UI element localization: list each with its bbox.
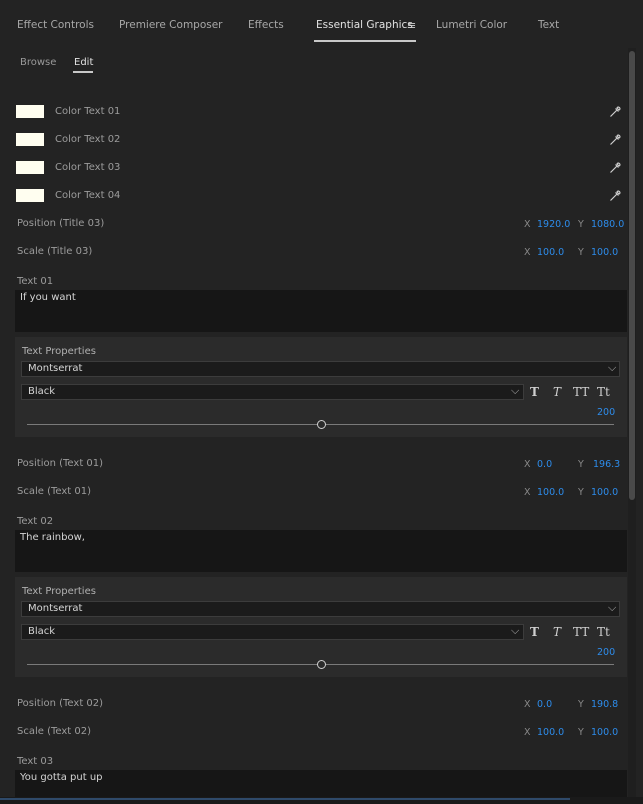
scale-title03-x[interactable]: 100.0 — [537, 247, 564, 258]
text02-value: The rainbow, — [20, 532, 85, 543]
eyedropper-icon[interactable] — [609, 160, 623, 174]
text01-label: Text 01 — [17, 276, 54, 287]
scale-text02-label: Scale (Text 02) — [17, 726, 92, 737]
x-axis-label: X — [524, 247, 531, 258]
small-caps-button[interactable]: Tt — [597, 385, 610, 399]
color-swatch[interactable] — [16, 161, 44, 174]
position-text01-label: Position (Text 01) — [17, 458, 104, 469]
font-style-value: Black — [28, 386, 56, 397]
text01-input[interactable]: If you want — [15, 290, 627, 332]
all-caps-button[interactable]: TT — [573, 625, 589, 639]
y-axis-label: Y — [578, 699, 584, 710]
panel-tab-bar: Effect Controls Premiere Composer Effect… — [0, 0, 643, 46]
text-properties-title: Text Properties — [22, 346, 96, 357]
font-family-select[interactable]: Montserrat ⌵ — [21, 361, 620, 377]
text-properties-title: Text Properties — [22, 586, 96, 597]
chevron-down-icon: ⌵ — [608, 601, 617, 614]
font-size-slider-handle[interactable] — [317, 660, 326, 669]
tab-effect-controls[interactable]: Effect Controls — [17, 19, 94, 31]
text03-label: Text 03 — [17, 756, 54, 767]
x-axis-label: X — [524, 727, 531, 738]
tab-essential-graphics[interactable]: Essential Graphics — [316, 19, 413, 31]
text03-value: You gotta put up — [20, 772, 103, 783]
subtab-edit[interactable]: Edit — [74, 57, 93, 68]
panel-focus-accent — [0, 798, 570, 800]
scale-text01-label: Scale (Text 01) — [17, 486, 92, 497]
chevron-down-icon: ⌵ — [511, 384, 520, 397]
active-tab-underline — [314, 40, 416, 42]
position-title03-label: Position (Title 03) — [17, 218, 105, 229]
x-axis-label: X — [524, 487, 531, 498]
font-size-value[interactable]: 200 — [597, 647, 615, 658]
italic-button[interactable]: T — [553, 625, 561, 639]
all-caps-button[interactable]: TT — [573, 385, 589, 399]
panel-menu-icon[interactable]: ≡ — [407, 19, 416, 32]
chevron-down-icon: ⌵ — [511, 624, 520, 637]
color-text-label: Color Text 02 — [55, 134, 121, 145]
text02-label: Text 02 — [17, 516, 54, 527]
scale-text01-y[interactable]: 100.0 — [591, 487, 618, 498]
position-title03-x[interactable]: 1920.0 — [537, 219, 570, 230]
position-text02-y[interactable]: 190.8 — [591, 699, 618, 710]
x-axis-label: X — [524, 459, 531, 470]
text01-value: If you want — [20, 292, 76, 303]
scale-text01-x[interactable]: 100.0 — [537, 487, 564, 498]
color-text-label: Color Text 01 — [55, 106, 121, 117]
bold-button[interactable]: T — [530, 385, 539, 399]
tab-effects[interactable]: Effects — [248, 19, 284, 31]
scale-text02-y[interactable]: 100.0 — [591, 727, 618, 738]
y-axis-label: Y — [578, 247, 584, 258]
font-family-value: Montserrat — [28, 363, 83, 374]
y-axis-label: Y — [578, 219, 584, 230]
eyedropper-icon[interactable] — [609, 132, 623, 146]
font-family-value: Montserrat — [28, 603, 83, 614]
text01-properties-panel: Text Properties Montserrat ⌵ Black ⌵ T T… — [15, 337, 627, 437]
scale-title03-y[interactable]: 100.0 — [591, 247, 618, 258]
tab-premiere-composer[interactable]: Premiere Composer — [119, 19, 223, 31]
font-family-select[interactable]: Montserrat ⌵ — [21, 601, 620, 617]
x-axis-label: X — [524, 699, 531, 710]
subtab-browse[interactable]: Browse — [20, 57, 56, 68]
y-axis-label: Y — [578, 459, 584, 470]
color-swatch[interactable] — [16, 189, 44, 202]
color-text-label: Color Text 03 — [55, 162, 121, 173]
color-text-label: Color Text 04 — [55, 190, 121, 201]
font-style-select[interactable]: Black ⌵ — [21, 624, 524, 640]
bold-button[interactable]: T — [530, 625, 539, 639]
position-text01-y[interactable]: 196.3 — [593, 459, 620, 470]
color-swatch[interactable] — [16, 133, 44, 146]
position-text01-x[interactable]: 0.0 — [537, 459, 552, 470]
y-axis-label: Y — [578, 487, 584, 498]
scale-title03-label: Scale (Title 03) — [17, 246, 93, 257]
position-title03-y[interactable]: 1080.0 — [591, 219, 624, 230]
font-size-slider-handle[interactable] — [317, 420, 326, 429]
position-text02-x[interactable]: 0.0 — [537, 699, 552, 710]
eyedropper-icon[interactable] — [609, 104, 623, 118]
color-swatch[interactable] — [16, 105, 44, 118]
small-caps-button[interactable]: Tt — [597, 625, 610, 639]
essential-graphics-panel: Effect Controls Premiere Composer Effect… — [0, 0, 643, 804]
tab-lumetri-color[interactable]: Lumetri Color — [436, 19, 507, 31]
tab-text[interactable]: Text — [538, 19, 559, 31]
position-text02-label: Position (Text 02) — [17, 698, 104, 709]
font-style-value: Black — [28, 626, 56, 637]
active-subtab-underline — [73, 71, 93, 73]
y-axis-label: Y — [578, 727, 584, 738]
eyedropper-icon[interactable] — [609, 188, 623, 202]
italic-button[interactable]: T — [553, 385, 561, 399]
chevron-down-icon: ⌵ — [608, 361, 617, 374]
text02-properties-panel: Text Properties Montserrat ⌵ Black ⌵ T T… — [15, 577, 627, 677]
text02-input[interactable]: The rainbow, — [15, 530, 627, 572]
scrollbar-thumb[interactable] — [629, 51, 635, 500]
font-size-value[interactable]: 200 — [597, 407, 615, 418]
font-style-select[interactable]: Black ⌵ — [21, 384, 524, 400]
text03-input[interactable]: You gotta put up — [15, 770, 627, 797]
scale-text02-x[interactable]: 100.0 — [537, 727, 564, 738]
x-axis-label: X — [524, 219, 531, 230]
